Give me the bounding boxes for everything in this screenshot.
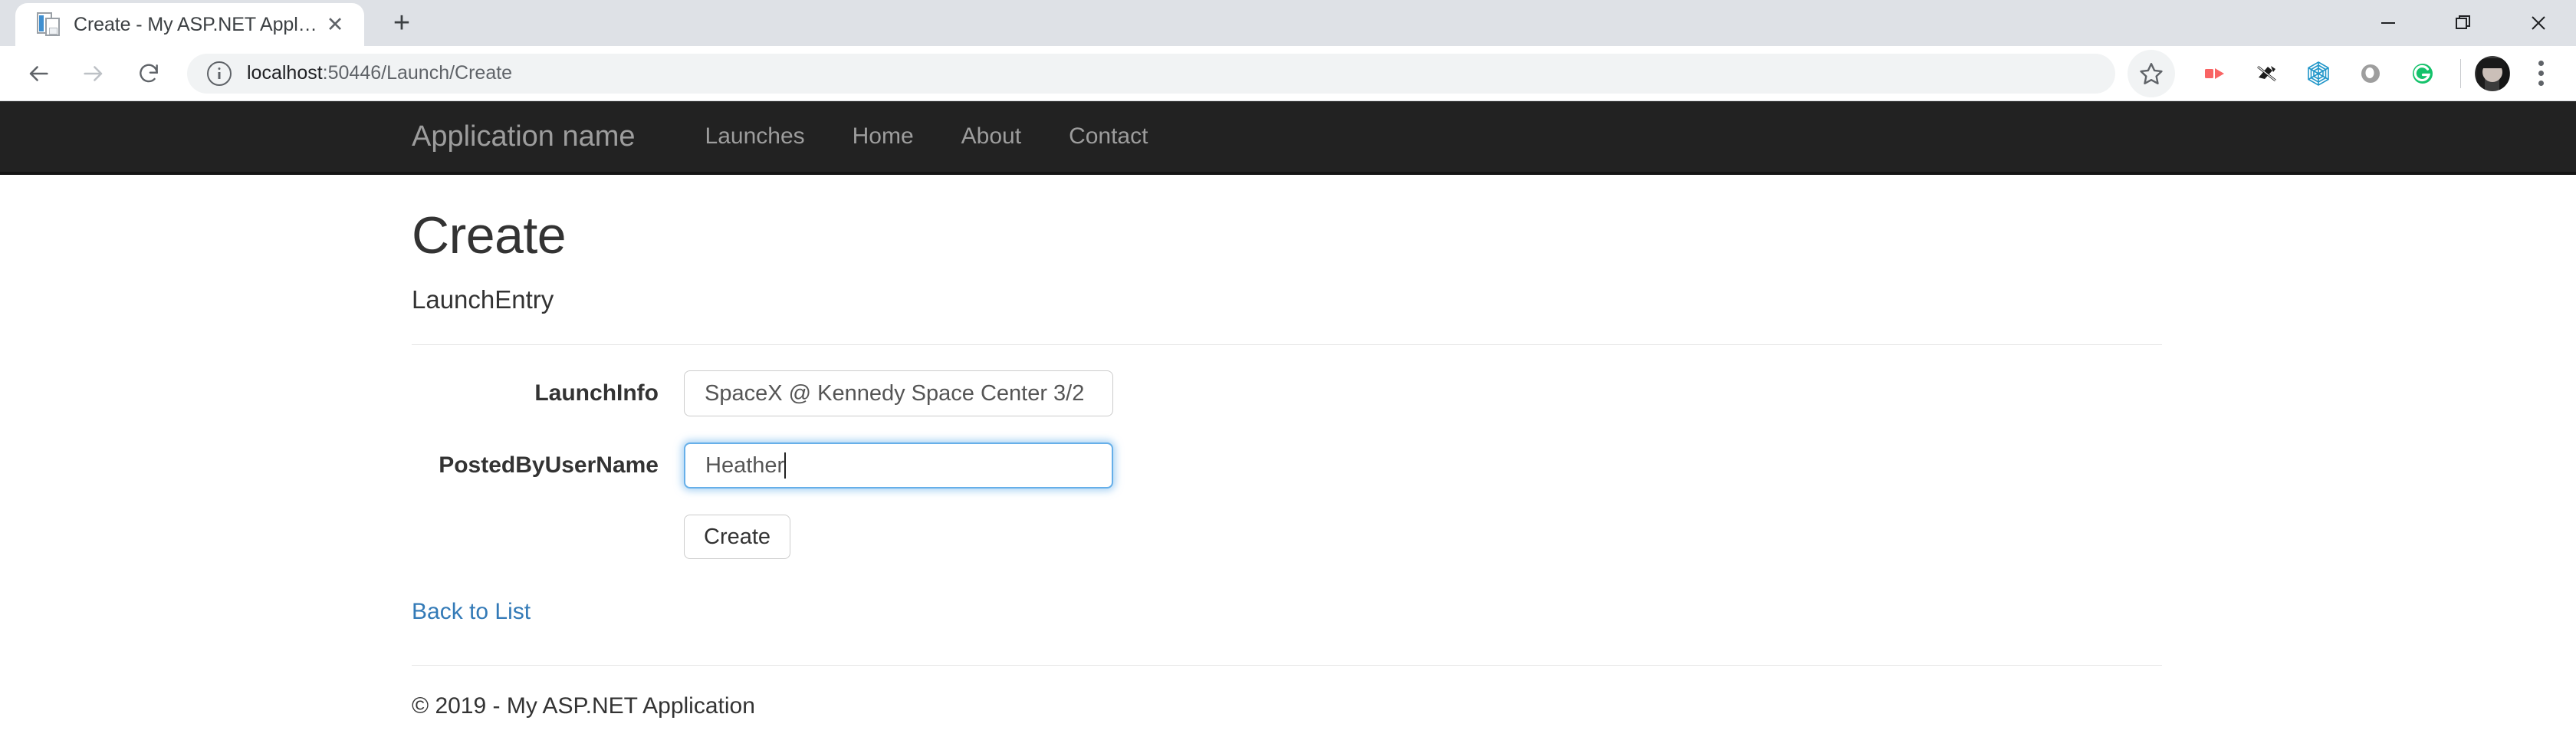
launchinfo-input[interactable] [684, 370, 1113, 416]
three-dot-menu-icon[interactable] [2519, 50, 2562, 97]
forward-arrow-icon [66, 46, 121, 101]
url-text: localhost:50446/Launch/Create [247, 62, 512, 84]
page-content: Application name Launches Home About Con… [0, 101, 2576, 750]
title-divider [412, 344, 2162, 345]
site-navbar: Application name Launches Home About Con… [0, 101, 2576, 175]
restore-icon[interactable] [2426, 0, 2501, 46]
footer-divider [412, 665, 2162, 666]
document-icon [35, 12, 61, 38]
main-container: Create LaunchEntry LaunchInfo PostedByUs… [0, 207, 2576, 719]
browser-toolbar: localhost:50446/Launch/Create [0, 46, 2576, 101]
postedbyusername-input[interactable] [684, 442, 1113, 488]
toolbar-divider [2460, 59, 2461, 88]
browser-window: Create - My ASP.NET Application ✕ + [0, 0, 2576, 750]
back-link-row: Back to List [412, 599, 2162, 625]
nav-link-contact[interactable]: Contact [1045, 123, 1171, 150]
page-subtitle: LaunchEntry [412, 285, 2162, 315]
extension-red-play-icon[interactable] [2190, 50, 2238, 97]
minimize-icon[interactable] [2351, 0, 2426, 46]
new-tab-button[interactable]: + [380, 1, 424, 45]
page-title: Create [412, 207, 2162, 265]
close-icon[interactable] [2501, 0, 2576, 46]
text-caret [784, 452, 786, 479]
window-controls [2351, 0, 2576, 46]
reload-icon[interactable] [121, 46, 176, 101]
tab-title: Create - My ASP.NET Application [74, 14, 320, 36]
nav-link-about[interactable]: About [938, 123, 1045, 150]
browser-tab[interactable]: Create - My ASP.NET Application ✕ [15, 3, 364, 46]
nav-link-home[interactable]: Home [829, 123, 938, 150]
label-launchinfo: LaunchInfo [412, 380, 684, 406]
grammarly-icon[interactable] [2399, 50, 2446, 97]
form-actions-spacer [412, 515, 684, 559]
form-actions: Create [412, 515, 2162, 559]
postedbyusername-field-wrap [684, 442, 1113, 488]
avatar[interactable] [2475, 56, 2510, 91]
info-circle-icon[interactable] [207, 61, 232, 86]
close-icon[interactable]: ✕ [320, 9, 350, 40]
address-bar[interactable]: localhost:50446/Launch/Create [187, 54, 2115, 94]
form-group-postedbyusername: PostedByUserName [412, 442, 2162, 488]
back-to-list-link[interactable]: Back to List [412, 599, 531, 624]
url-host: localhost [247, 62, 323, 84]
footer-text: © 2019 - My ASP.NET Application [412, 693, 2162, 719]
bookmark-star-icon[interactable] [2128, 50, 2175, 97]
extension-web-hexagon-icon[interactable] [2295, 50, 2342, 97]
url-path: :50446/Launch/Create [323, 62, 512, 84]
extension-gray-ring-icon[interactable] [2347, 50, 2394, 97]
nav-link-launches[interactable]: Launches [682, 123, 829, 150]
back-arrow-icon[interactable] [11, 46, 66, 101]
tab-strip: Create - My ASP.NET Application ✕ + [0, 0, 2576, 46]
create-button[interactable]: Create [684, 515, 790, 559]
form-group-launchinfo: LaunchInfo [412, 370, 2162, 416]
navbar-brand[interactable]: Application name [412, 120, 636, 153]
navbar-links: Launches Home About Contact [682, 123, 1172, 150]
extension-dark-icon[interactable] [2242, 50, 2290, 97]
label-postedbyusername: PostedByUserName [412, 452, 684, 479]
